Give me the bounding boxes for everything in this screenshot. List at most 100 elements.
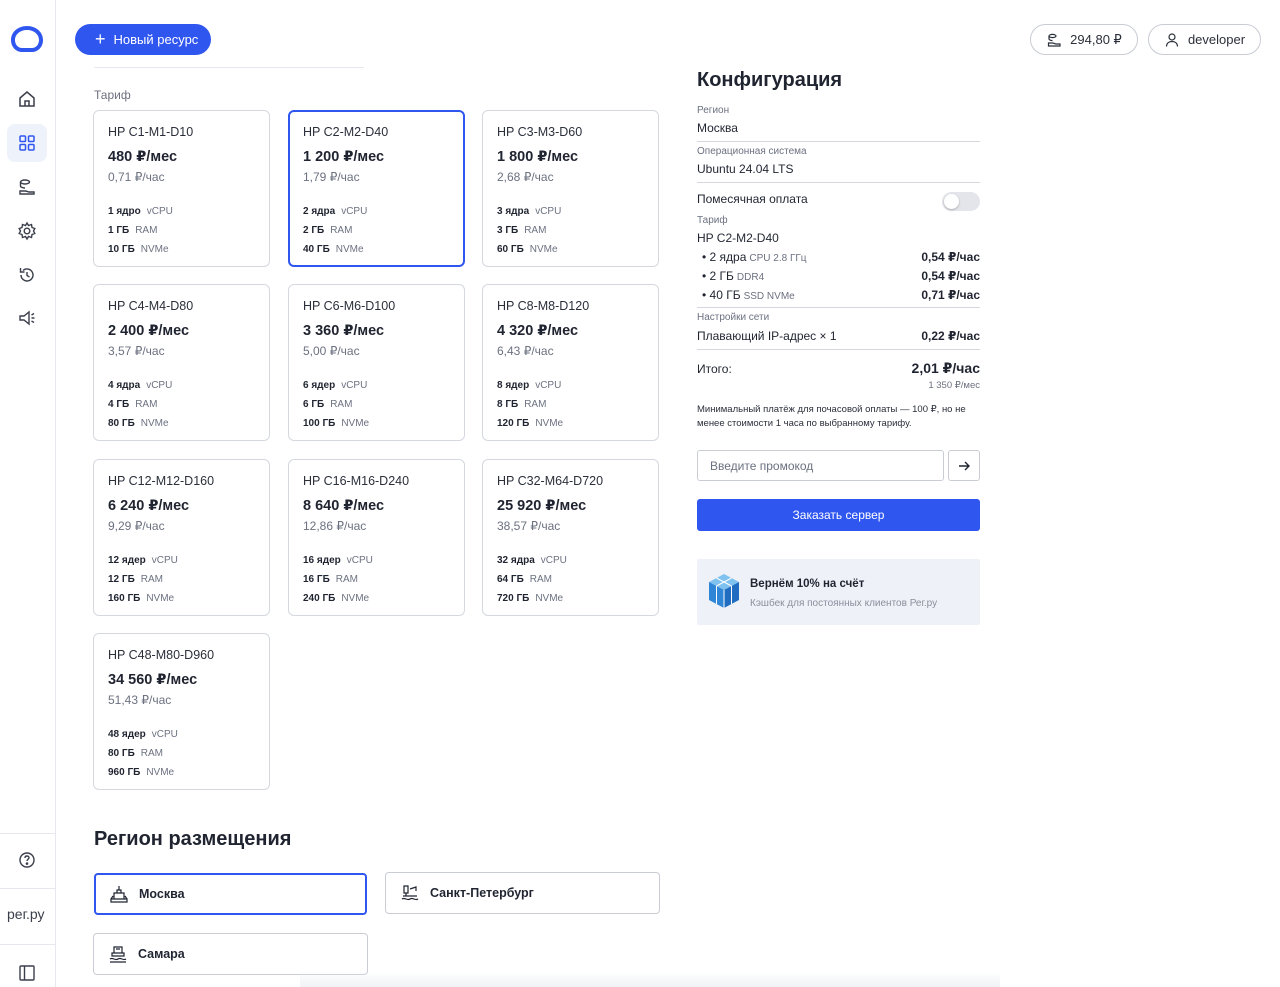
tariff-card[interactable]: HP C32-M64-D720 25 920 ₽/мес 38,57 ₽/час 32… (482, 459, 659, 616)
wallet-icon (1048, 33, 1061, 47)
nav-home[interactable] (7, 80, 47, 118)
spb-landmark-icon (401, 885, 419, 901)
sidebar-divider (0, 888, 56, 889)
line-price: 0,54 ₽/час (921, 269, 980, 283)
cloud-logo-icon[interactable] (8, 22, 46, 58)
spec-ram: 64 ГБ RAM (497, 574, 552, 585)
plus-icon: + (95, 28, 106, 49)
config-divider (697, 141, 980, 142)
tariff-name: HP C3-M3-D60 (497, 125, 583, 139)
spec-disk: 960 ГБ NVMe (108, 767, 175, 778)
config-tariff-value: HP C2-M2-D40 (697, 231, 779, 245)
tariff-name: HP C16-M16-D240 (303, 474, 410, 488)
tariff-month-price: 6 240 ₽/мес (108, 498, 190, 514)
nav-help[interactable] (7, 841, 47, 879)
gear-icon (18, 221, 36, 241)
tariff-name: HP C1-M1-D10 (108, 125, 194, 139)
region-title: Регион размещения (94, 828, 292, 850)
tariff-card[interactable]: HP C3-M3-D60 1 800 ₽/мес 2,68 ₽/час 3 ядра v… (482, 110, 659, 267)
toggle-knob (944, 194, 959, 209)
line-main: • 2 ядра (702, 250, 747, 264)
tariff-specs: 4 ядра vCPU 4 ГБ RAM 80 ГБ NVMe (108, 376, 269, 433)
billing-icon (19, 179, 35, 195)
tariff-card[interactable]: HP C48-M80-D960 34 560 ₽/мес 51,43 ₽/час 48… (93, 633, 270, 790)
monthly-payment-toggle[interactable] (942, 192, 980, 211)
tariff-month-price: 3 360 ₽/мес (303, 323, 385, 339)
promo-code-input[interactable] (697, 450, 944, 481)
config-line-cpu: • 2 ядра CPU 2.8 ГГц 0,54 ₽/час (697, 250, 980, 264)
config-divider (697, 182, 980, 183)
nav-settings[interactable] (7, 212, 47, 250)
config-line-disk: • 40 ГБ SSD NVMe 0,71 ₽/час (697, 288, 980, 302)
total-month: 1 350 ₽/мес (928, 380, 980, 391)
sidebar-collapse-button[interactable] (7, 954, 47, 987)
config-divider (697, 349, 980, 350)
spec-disk: 40 ГБ NVMe (303, 244, 364, 255)
tariff-hour-price: 1,79 ₽/час (303, 170, 360, 184)
nav-history[interactable] (7, 256, 47, 294)
config-network-row: Плавающий IP-адрес × 1 0,22 ₽/час (697, 329, 980, 343)
tariff-hour-price: 3,57 ₽/час (108, 344, 165, 358)
nav-resources[interactable] (7, 124, 47, 162)
tariff-specs: 6 ядер vCPU 6 ГБ RAM 100 ГБ NVMe (303, 376, 464, 433)
tariff-card[interactable]: HP C6-M6-D100 3 360 ₽/мес 5,00 ₽/час 6 ядер… (288, 284, 465, 441)
spec-cpu: 48 ядер vCPU (108, 729, 178, 740)
tariff-card[interactable]: HP C16-M16-D240 8 640 ₽/мес 12,86 ₽/час 16 … (288, 459, 465, 616)
sidebar-toggle-icon (19, 965, 35, 981)
nav-news[interactable] (7, 299, 47, 337)
tariff-hour-price: 6,43 ₽/час (497, 344, 554, 358)
tariff-card[interactable]: HP C4-M4-D80 2 400 ₽/мес 3,57 ₽/час 4 ядра v… (93, 284, 270, 441)
tariff-month-price: 25 920 ₽/мес (497, 498, 587, 514)
min-payment-note: Минимальный платёж для почасовой оплаты … (697, 404, 966, 429)
spec-ram: 1 ГБ RAM (108, 225, 158, 236)
nav-billing[interactable] (7, 168, 47, 206)
balance-button[interactable]: 294,80 ₽ (1030, 24, 1138, 55)
sidebar-divider (0, 944, 56, 945)
spec-cpu: 6 ядер vCPU (303, 380, 368, 391)
order-server-button[interactable]: Заказать сервер (697, 499, 980, 531)
brand-label[interactable]: рег.ру (7, 906, 45, 922)
tariff-card[interactable]: HP C8-M8-D120 4 320 ₽/мес 6,43 ₽/час 8 ядер… (482, 284, 659, 441)
tariff-hour-price: 5,00 ₽/час (303, 344, 360, 358)
region-option-samara[interactable]: Самара (93, 933, 368, 975)
samara-landmark-icon (109, 946, 127, 963)
config-tariff-label: Тариф (697, 215, 728, 226)
promo-apply-button[interactable] (948, 450, 980, 481)
moscow-landmark-icon (110, 886, 128, 903)
config-title: Конфигурация (697, 69, 843, 91)
tariff-card[interactable]: HP C12-M12-D160 6 240 ₽/мес 9,29 ₽/час 12 я… (93, 459, 270, 616)
config-divider (697, 307, 980, 308)
line-price: 0,54 ₽/час (921, 250, 980, 264)
spec-cpu: 3 ядра vCPU (497, 206, 562, 217)
spec-disk: 240 ГБ NVMe (303, 593, 370, 604)
tariff-name: HP C12-M12-D160 (108, 474, 215, 488)
spec-cpu: 16 ядер vCPU (303, 555, 373, 566)
tariff-name: HP C32-M64-D720 (497, 474, 604, 488)
network-value: Плавающий IP-адрес × 1 (697, 329, 837, 343)
tariff-month-price: 480 ₽/мес (108, 149, 178, 165)
config-os-value: Ubuntu 24.04 LTS (697, 162, 794, 176)
spec-cpu: 4 ядра vCPU (108, 380, 173, 391)
line-sub: DDR4 (736, 272, 765, 283)
gift-cubes-icon (709, 574, 739, 608)
config-os-label: Операционная система (697, 146, 807, 157)
region-label: Санкт-Петербург (430, 886, 534, 900)
tariff-section-label: Тариф (94, 88, 131, 102)
spec-disk: 10 ГБ NVMe (108, 244, 169, 255)
tariff-hour-price: 51,43 ₽/час (108, 693, 172, 707)
spec-ram: 6 ГБ RAM (303, 399, 353, 410)
user-menu-button[interactable]: developer (1148, 24, 1261, 55)
tariff-card[interactable]: HP C1-M1-D10 480 ₽/мес 0,71 ₽/час 1 ядро vCP… (93, 110, 270, 267)
tariff-name: HP C4-M4-D80 (108, 299, 194, 313)
tariff-month-price: 8 640 ₽/мес (303, 498, 385, 514)
tariff-month-price: 34 560 ₽/мес (108, 672, 198, 688)
new-resource-button[interactable]: + Новый ресурс (75, 24, 211, 55)
region-option-spb[interactable]: Санкт-Петербург (385, 872, 660, 914)
cashback-banner[interactable]: Вернём 10% на счёт Кэшбек для постоянных… (697, 559, 980, 625)
new-resource-label: Новый ресурс (113, 32, 199, 47)
spec-cpu: 8 ядер vCPU (497, 380, 562, 391)
tariff-specs: 1 ядро vCPU 1 ГБ RAM 10 ГБ NVMe (108, 202, 269, 259)
tariff-name: HP C48-M80-D960 (108, 648, 215, 662)
tariff-card[interactable]: HP C2-M2-D40 1 200 ₽/мес 1,79 ₽/час 2 ядра v… (288, 110, 465, 267)
region-option-moscow[interactable]: Москва (94, 873, 367, 915)
